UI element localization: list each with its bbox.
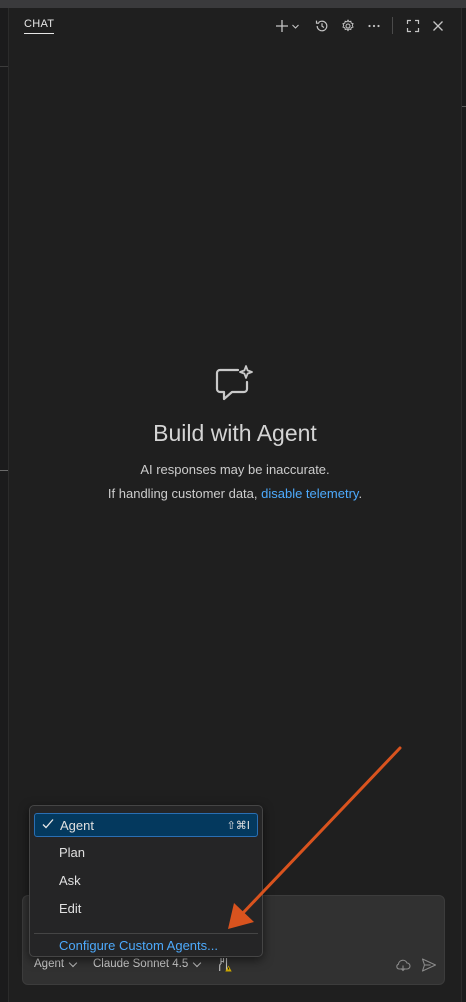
check-icon xyxy=(42,819,54,829)
more-icon[interactable] xyxy=(365,17,383,35)
welcome-title: Build with Agent xyxy=(153,420,317,446)
history-icon[interactable] xyxy=(313,17,331,35)
menu-item-agent[interactable]: Agent ⇧⌘I xyxy=(34,813,258,837)
editor-edge-right xyxy=(461,8,466,1002)
send-icon[interactable] xyxy=(420,956,438,974)
menu-item-label: Agent xyxy=(60,818,94,833)
header-divider xyxy=(392,17,393,34)
disable-telemetry-link[interactable]: disable telemetry xyxy=(261,486,358,501)
menu-item-label: Edit xyxy=(59,901,82,916)
menu-item-plan[interactable]: Plan xyxy=(34,841,258,865)
menu-separator xyxy=(34,933,258,934)
keyboard-shortcut: ⇧⌘I xyxy=(226,819,250,832)
delegate-cloud-icon[interactable] xyxy=(394,956,412,974)
telemetry-note-prefix: If handling customer data, xyxy=(107,486,262,501)
plus-icon[interactable] xyxy=(273,17,291,35)
menu-item-label: Ask xyxy=(59,873,81,888)
menu-item-edit[interactable]: Edit xyxy=(34,897,258,921)
configure-custom-agents-item[interactable]: Configure Custom Agents... xyxy=(34,937,258,961)
chat-sparkle-icon xyxy=(215,365,253,401)
mode-dropdown-menu: Agent ⇧⌘I Plan Ask Edit Configure Custom… xyxy=(29,805,263,957)
maximize-icon[interactable] xyxy=(404,17,422,35)
gear-icon[interactable] xyxy=(339,17,357,35)
telemetry-note: If handling customer data, disable telem… xyxy=(9,486,461,501)
input-toolbar: Agent Claude Sonnet 4.5 xyxy=(23,958,446,980)
menu-item-ask[interactable]: Ask xyxy=(34,869,258,893)
telemetry-note-suffix: . xyxy=(358,486,363,501)
menu-item-label: Configure Custom Agents... xyxy=(59,938,218,953)
tab-chat[interactable]: CHAT xyxy=(24,18,55,34)
window-top-strip xyxy=(0,0,466,8)
editor-edge-left xyxy=(0,8,9,1002)
welcome-disclaimer: AI responses may be inaccurate. xyxy=(140,462,330,477)
menu-item-label: Plan xyxy=(59,845,86,860)
chevron-down-icon[interactable] xyxy=(290,17,300,35)
chat-header: CHAT xyxy=(9,8,461,44)
chat-panel: CHAT Build with Agent AI responses may b… xyxy=(9,8,461,1002)
close-icon[interactable] xyxy=(429,17,447,35)
